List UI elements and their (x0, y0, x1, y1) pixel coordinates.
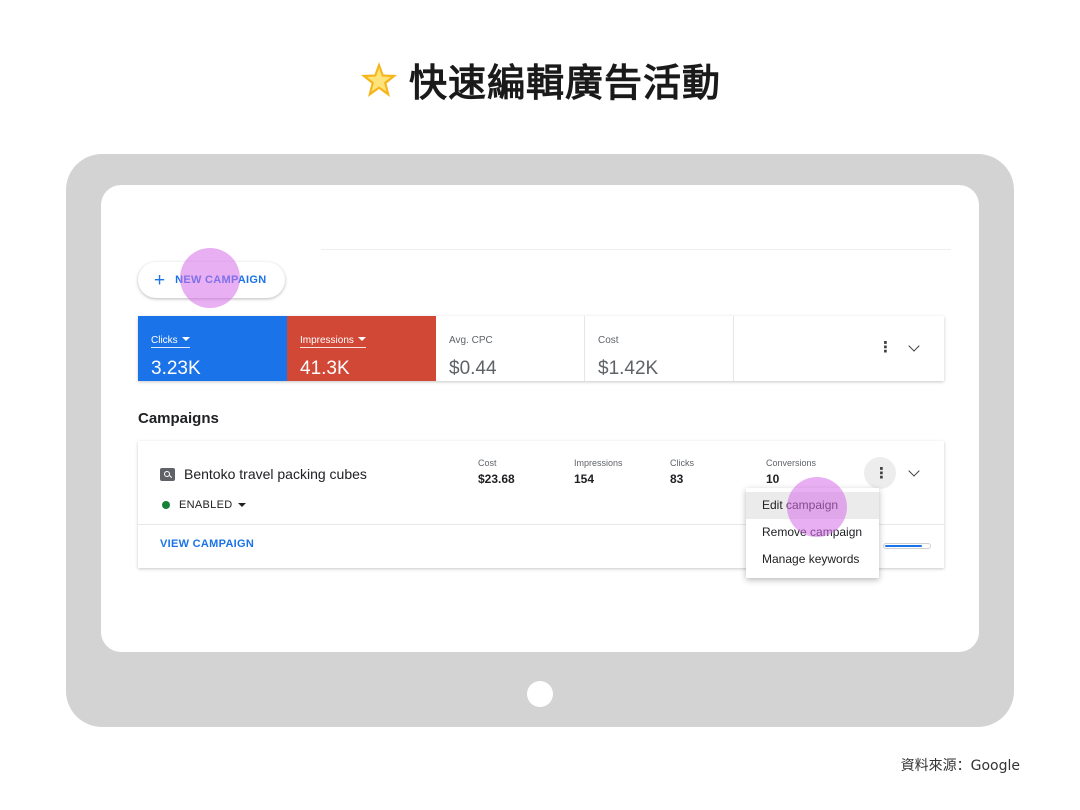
metric-empty-slot: ⋮ (734, 316, 944, 381)
metric-avg-cpc[interactable]: Avg. CPC $0.44 (436, 316, 585, 381)
stat-impressions-value: 154 (574, 472, 595, 486)
status-dot-icon (162, 501, 170, 509)
stat-conversions-value: 10 (766, 472, 780, 486)
metric-avg-cpc-label: Avg. CPC (449, 335, 493, 346)
budget-progress-fill (885, 545, 923, 547)
metric-cost-label: Cost (598, 335, 619, 346)
new-campaign-label: NEW CAMPAIGN (175, 274, 267, 286)
slide-title-row: 快速編輯廣告活動 (0, 52, 1080, 109)
campaigns-heading: Campaigns (138, 410, 219, 427)
metric-impressions-value: 41.3K (300, 358, 350, 379)
campaign-context-menu: Edit campaign Remove campaign Manage key… (746, 488, 879, 578)
more-vert-icon[interactable]: ⋮ (878, 340, 893, 355)
divider (321, 249, 951, 250)
metric-clicks[interactable]: Clicks 3.23K (138, 316, 287, 381)
stat-impressions-label: Impressions (574, 458, 623, 468)
dropdown-caret-icon (357, 337, 366, 341)
stat-clicks-value: 83 (670, 472, 684, 486)
metric-cost[interactable]: Cost $1.42K (585, 316, 734, 381)
star-icon (359, 60, 399, 109)
chevron-down-icon[interactable] (908, 465, 920, 477)
chevron-down-icon[interactable] (908, 339, 920, 352)
campaign-more-button[interactable]: ⋮ (864, 457, 896, 489)
tablet-frame: + NEW CAMPAIGN Clicks 3.23K Impressions … (66, 154, 1014, 727)
campaign-name[interactable]: Bentoko travel packing cubes (184, 466, 367, 482)
stat-clicks-label: Clicks (670, 458, 694, 468)
campaign-status-dropdown[interactable]: ENABLED (162, 499, 247, 511)
budget-progress-bar (883, 543, 931, 549)
menu-item-remove-campaign[interactable]: Remove campaign (746, 519, 879, 546)
tablet-screen: + NEW CAMPAIGN Clicks 3.23K Impressions … (101, 185, 979, 652)
stat-cost-label: Cost (478, 458, 497, 468)
search-campaign-icon (160, 467, 175, 481)
stat-clicks: Clicks 83 (670, 458, 694, 486)
plus-icon: + (154, 269, 166, 291)
menu-item-edit-campaign[interactable]: Edit campaign (746, 492, 879, 519)
more-vert-icon: ⋮ (874, 464, 889, 482)
tablet-home-button (527, 681, 553, 707)
menu-item-manage-keywords[interactable]: Manage keywords (746, 546, 879, 573)
metric-clicks-value: 3.23K (151, 358, 201, 379)
campaign-status: ENABLED (179, 499, 233, 511)
campaign-name-row: Bentoko travel packing cubes (160, 466, 367, 482)
stat-conversions: Conversions 10 (766, 458, 816, 486)
metric-avg-cpc-value: $0.44 (449, 358, 497, 379)
metrics-actions: ⋮ (878, 339, 920, 355)
dropdown-caret-icon (238, 503, 247, 507)
source-credit: 資料來源：Google (900, 758, 1020, 774)
slide: 快速編輯廣告活動 + NEW CAMPAIGN Clicks 3.23K Imp… (0, 0, 1080, 810)
metric-impressions[interactable]: Impressions 41.3K (287, 316, 436, 381)
slide-title: 快速編輯廣告活動 (408, 61, 721, 105)
view-campaign-link[interactable]: VIEW CAMPAIGN (160, 538, 254, 550)
stat-impressions: Impressions 154 (574, 458, 623, 486)
campaign-actions: ⋮ (864, 457, 920, 489)
stat-cost-value: $23.68 (478, 472, 515, 486)
metrics-bar: Clicks 3.23K Impressions 41.3K Avg. CPC … (138, 316, 944, 381)
metric-clicks-label[interactable]: Clicks (151, 335, 190, 348)
metric-cost-value: $1.42K (598, 358, 659, 379)
dropdown-caret-icon (181, 337, 190, 341)
stat-conversions-label: Conversions (766, 458, 817, 468)
metric-impressions-label[interactable]: Impressions (300, 335, 366, 348)
stat-cost: Cost $23.68 (478, 458, 515, 486)
new-campaign-button[interactable]: + NEW CAMPAIGN (138, 262, 285, 298)
